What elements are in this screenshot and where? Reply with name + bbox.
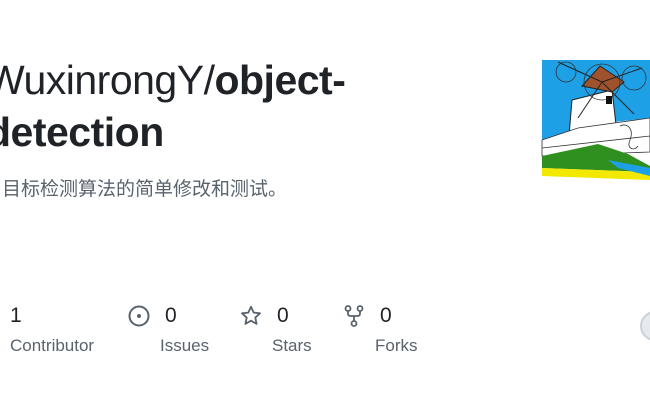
- forks-count: 0: [380, 304, 392, 327]
- fork-icon: [342, 304, 366, 328]
- repo-owner[interactable]: WuxinrongY/: [0, 57, 215, 103]
- contributors-count: 1: [10, 304, 22, 327]
- star-icon: [239, 304, 263, 328]
- contributors-label: Contributor: [10, 336, 95, 355]
- repo-name-part1[interactable]: object-: [214, 57, 345, 103]
- stat-issues[interactable]: 0 Issues: [127, 300, 209, 356]
- issues-count: 0: [165, 304, 177, 327]
- issue-icon: [127, 304, 151, 328]
- repo-name-part2[interactable]: detection: [0, 109, 164, 155]
- stat-forks[interactable]: 0 Forks: [342, 300, 418, 356]
- repo-description: 目标检测算法的简单修改和测试。: [2, 178, 288, 200]
- repo-title[interactable]: WuxinrongY/object- detection: [0, 54, 506, 158]
- forks-label: Forks: [375, 336, 418, 355]
- stars-label: Stars: [272, 336, 312, 355]
- stat-contributors[interactable]: 1 Contributor: [10, 300, 94, 356]
- repo-stats: 1 Contributor 0 Issues 0 Stars 0 Forks: [0, 300, 650, 360]
- repo-thumbnail-image: [538, 56, 650, 182]
- stat-stars[interactable]: 0 Stars: [239, 300, 312, 356]
- windmill-drawing-icon: [538, 56, 650, 182]
- repo-social-card: WuxinrongY/object- detection 目标检测算法的简单修改…: [0, 0, 650, 400]
- issues-label: Issues: [160, 336, 210, 355]
- stars-count: 0: [277, 304, 289, 327]
